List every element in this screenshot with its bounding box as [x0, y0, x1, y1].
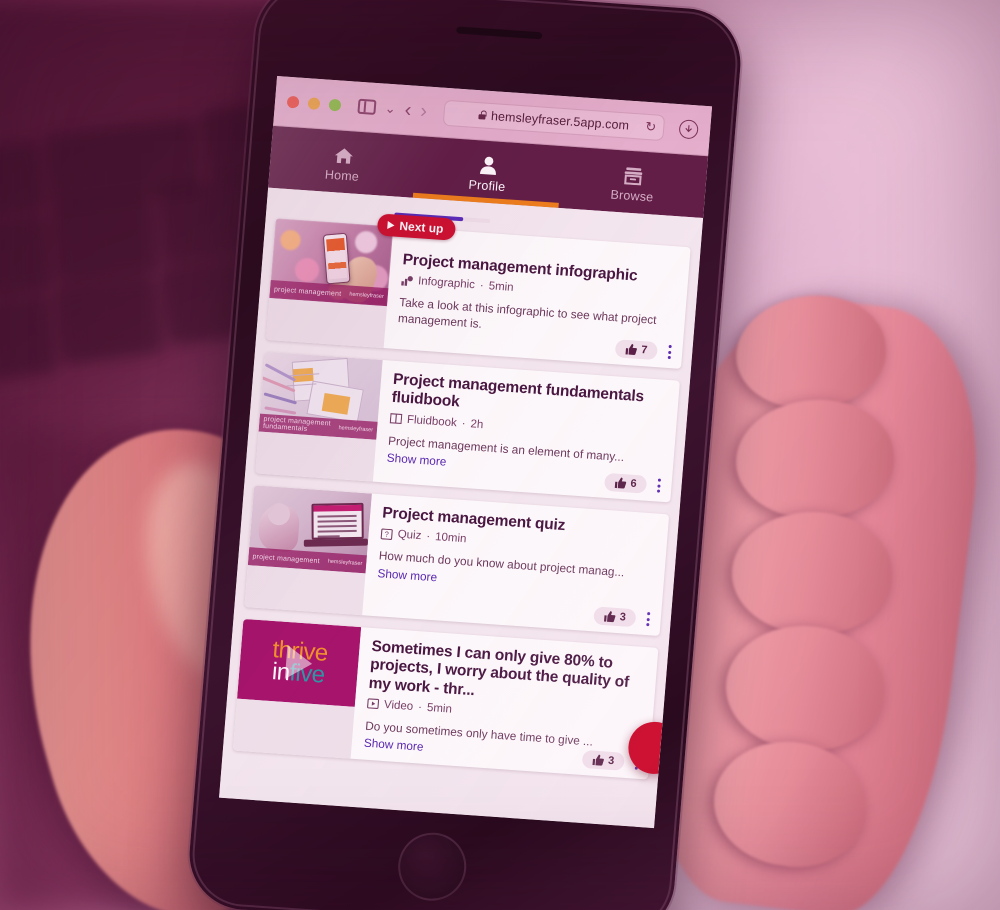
like-count: 7: [640, 344, 648, 357]
thumbnail-art-laptop-base: [303, 538, 368, 547]
play-icon[interactable]: [284, 645, 314, 681]
like-count: 6: [629, 477, 638, 491]
meta-separator: ·: [479, 279, 485, 293]
forward-arrow-icon[interactable]: ›: [419, 100, 427, 122]
show-more-link[interactable]: Show more: [377, 566, 438, 584]
thumbnail-art-laptop-screen: [311, 502, 364, 540]
archive-box-icon: [622, 165, 646, 186]
zoom-window-button[interactable]: [328, 98, 342, 111]
tab-home-label: Home: [324, 167, 360, 184]
card-thumbnail: thrive infive: [237, 618, 362, 707]
card-thumbnail: project management hemsleyfraser: [269, 218, 394, 307]
infographic-icon: [401, 275, 414, 287]
lock-icon: [479, 110, 487, 119]
meta-separator: ·: [425, 530, 431, 544]
like-count: 3: [607, 755, 615, 768]
content-feed[interactable]: project management hemsleyfraser Next up…: [219, 187, 704, 829]
card-description: Take a look at this infographic to see w…: [397, 295, 658, 331]
earpiece-speaker: [456, 26, 543, 40]
card-footer: 7: [614, 339, 675, 362]
list-item[interactable]: project management hemsleyfraser Project…: [244, 485, 670, 636]
chevron-down-icon[interactable]: ⌄: [384, 101, 396, 117]
like-button[interactable]: 3: [593, 606, 637, 628]
card-duration: 10min: [434, 531, 467, 546]
card-type: Quiz: [397, 528, 422, 543]
thumbnail-caption-text: project management fundamentals: [262, 415, 332, 433]
card-thumbnail-column: project management hemsleyfraser: [244, 485, 372, 616]
card-body: Sometimes I can only give 80% to project…: [351, 627, 659, 780]
svg-text:?: ?: [384, 529, 389, 538]
thumbnail-caption-text: project management: [252, 552, 321, 565]
phone-screen: ⌄ ‹ › hemsleyfraser.5app.com ↻ Home Prof…: [219, 75, 713, 829]
reload-icon[interactable]: ↻: [645, 118, 657, 135]
tab-browse-label: Browse: [610, 187, 654, 204]
card-body: Project management quiz ? Quiz · 10min H…: [362, 494, 669, 636]
card-footer: 3: [593, 606, 653, 628]
like-count: 3: [619, 611, 627, 624]
minimize-window-button[interactable]: [307, 96, 321, 110]
list-item[interactable]: project management hemsleyfraser Next up…: [265, 213, 691, 369]
card-thumbnail-column: project management hemsleyfraser: [265, 218, 394, 349]
book-icon: [389, 413, 403, 425]
thumbs-up-icon: [614, 477, 627, 489]
video-icon: [367, 698, 380, 710]
tab-home[interactable]: Home: [268, 126, 418, 198]
thumbnail-brand: hemsleyfraser: [349, 291, 384, 300]
play-icon: [387, 221, 395, 230]
thumbnail-art-thrive-in-five: thrive infive: [237, 618, 362, 707]
quiz-icon: ?: [380, 528, 393, 540]
show-more-link[interactable]: Show more: [363, 736, 424, 754]
close-window-button[interactable]: [286, 95, 300, 109]
tab-profile-label: Profile: [468, 177, 506, 194]
meta-separator: ·: [417, 701, 423, 714]
person-icon: [477, 155, 501, 176]
card-body: Project management fundamentals fluidboo…: [373, 360, 680, 502]
card-type: Infographic: [417, 275, 476, 292]
kebab-menu-icon[interactable]: [654, 476, 664, 495]
card-type: Video: [383, 698, 414, 713]
download-arrow-glyph: [685, 125, 692, 133]
phone-device: ⌄ ‹ › hemsleyfraser.5app.com ↻ Home Prof…: [185, 0, 745, 910]
card-thumbnail: project management hemsleyfraser: [247, 485, 372, 574]
card-body: Next up Project management infographic I…: [376, 213, 691, 368]
card-duration: 5min: [488, 280, 515, 295]
url-text: hemsleyfraser.5app.com: [490, 108, 630, 133]
thumbs-up-icon: [625, 343, 637, 355]
download-icon[interactable]: [678, 119, 699, 140]
thumbs-up-icon: [592, 755, 604, 767]
card-type: Fluidbook: [406, 413, 458, 429]
thumbnail-brand: hemsleyfraser: [338, 425, 374, 434]
next-up-label: Next up: [398, 218, 444, 236]
thumbnail-art-phone: [322, 232, 351, 285]
card-thumbnail-column: thrive infive: [232, 618, 362, 760]
like-button[interactable]: 3: [581, 750, 625, 772]
list-item[interactable]: project management fundamentals hemsleyf…: [255, 351, 680, 503]
card-thumbnail: project management fundamentals hemsleyf…: [258, 351, 383, 440]
card-footer: 6: [603, 472, 664, 495]
finger-3: [730, 510, 894, 636]
home-button[interactable]: [395, 830, 469, 903]
sidebar-icon[interactable]: [357, 98, 377, 115]
thumbnail-caption-text: project management: [273, 285, 342, 298]
show-more-link[interactable]: Show more: [386, 451, 447, 469]
thumbs-up-icon: [603, 611, 616, 623]
card-thumbnail-column: project management fundamentals hemsleyf…: [255, 351, 383, 482]
back-arrow-icon[interactable]: ‹: [404, 98, 412, 120]
kebab-menu-icon[interactable]: [665, 343, 675, 362]
card-duration: 5min: [426, 701, 453, 716]
like-button[interactable]: 6: [603, 472, 648, 494]
thumbnail-brand: hemsleyfraser: [327, 558, 363, 568]
meta-separator: ·: [461, 417, 467, 430]
home-icon: [332, 145, 356, 166]
list-item[interactable]: thrive infive Sometimes I can only give …: [232, 618, 659, 780]
kebab-menu-icon[interactable]: [643, 610, 653, 629]
address-bar[interactable]: hemsleyfraser.5app.com ↻: [442, 99, 666, 141]
tab-browse[interactable]: Browse: [558, 146, 708, 218]
like-button[interactable]: 7: [614, 339, 658, 361]
card-duration: 2h: [470, 417, 484, 431]
